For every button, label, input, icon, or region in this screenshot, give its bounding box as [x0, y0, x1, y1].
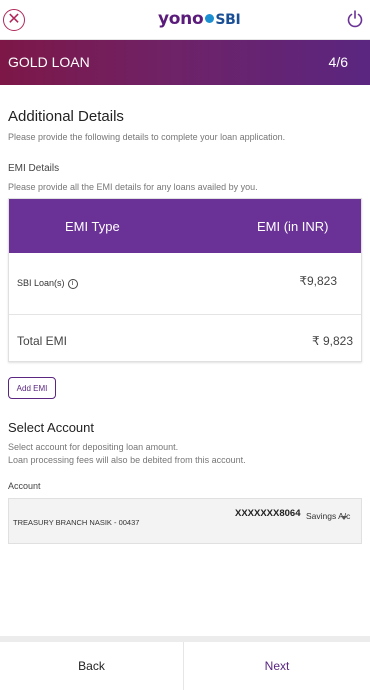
table-row[interactable]: SBI Loan(s) i ₹9,823 [9, 253, 361, 315]
page-title: GOLD LOAN [8, 54, 90, 70]
logo-dot-icon [205, 14, 215, 23]
emi-type-column-header: EMI Type [65, 219, 120, 234]
power-icon[interactable] [346, 9, 364, 29]
select-account-hint-2: Loan processing fees will also be debite… [8, 455, 246, 465]
total-emi-label: Total EMI [17, 334, 68, 348]
additional-details-hint: Please provide the following details to … [8, 132, 286, 142]
add-emi-button[interactable]: Add EMI [8, 377, 56, 399]
select-account-title: Select Account [8, 420, 94, 435]
footer-actions: Back Next [0, 636, 370, 690]
chevron-down-icon[interactable] [341, 516, 347, 520]
account-number: XXXXXXX8064 [235, 508, 301, 519]
emi-details-hint: Please provide all the EMI details for a… [8, 182, 258, 192]
total-emi-value: ₹ 9,823 [312, 334, 353, 348]
logo-text: yono [158, 9, 204, 29]
page-header: GOLD LOAN 4/6 [0, 40, 370, 85]
app-logo: yono SBI [158, 9, 241, 29]
emi-type-cell: SBI Loan(s) i [17, 278, 78, 289]
top-bar: ✕ yono SBI [0, 0, 370, 40]
select-account-hint-1: Select account for depositing loan amoun… [8, 442, 179, 452]
account-branch: TREASURY BRANCH NASIK - 00437 [13, 518, 140, 527]
step-indicator: 4/6 [328, 54, 348, 70]
emi-table: EMI Type EMI (in INR) SBI Loan(s) i ₹9,82… [8, 198, 362, 362]
info-icon[interactable]: i [67, 278, 78, 289]
additional-details-title: Additional Details [8, 108, 124, 125]
logo-sbi-text: SBI [215, 12, 241, 28]
close-icon[interactable]: ✕ [3, 9, 25, 31]
account-field-label: Account [8, 481, 41, 491]
next-button[interactable]: Next [185, 642, 369, 690]
back-button[interactable]: Back [0, 642, 184, 690]
emi-table-header: EMI Type EMI (in INR) [9, 199, 361, 253]
emi-amount-column-header: EMI (in INR) [257, 219, 329, 234]
emi-details-label: EMI Details [8, 163, 60, 174]
emi-amount-cell: ₹9,823 [299, 274, 337, 288]
emi-type-text: SBI Loan(s) [17, 278, 65, 288]
account-select[interactable]: TREASURY BRANCH NASIK - 00437 XXXXXXX806… [8, 498, 362, 544]
